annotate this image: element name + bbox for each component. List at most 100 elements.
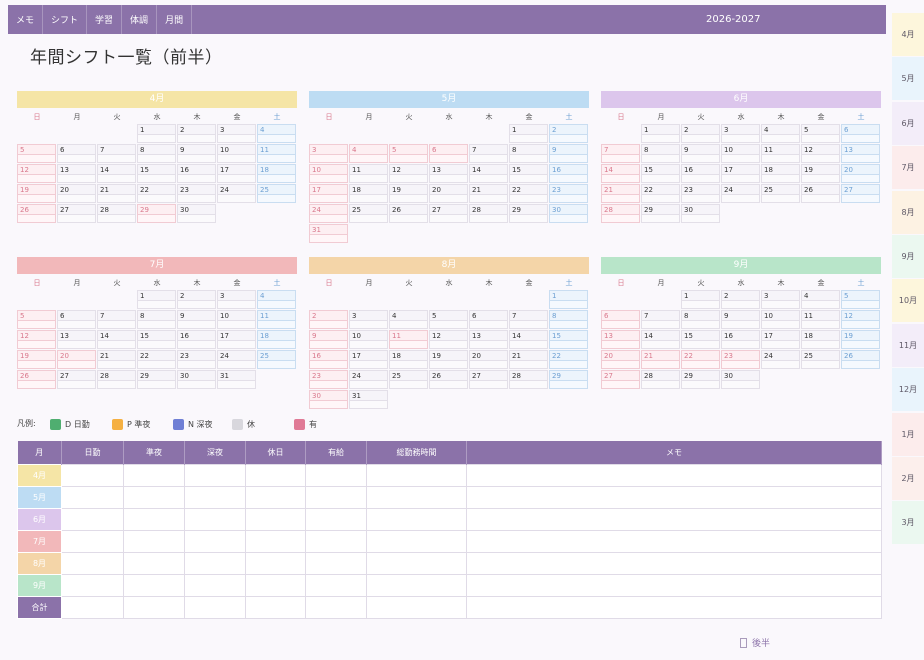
day-cell[interactable]: 27 [57,370,96,389]
day-cell[interactable]: 15 [137,330,176,349]
day-cell[interactable]: 16 [681,164,720,183]
day-cell[interactable]: 16 [309,350,348,369]
day-cell[interactable]: 3 [349,310,388,329]
day-cell[interactable]: 22 [549,350,588,369]
day-cell[interactable]: 12 [389,164,428,183]
nav-tab-memo[interactable]: メモ [8,5,44,34]
day-cell[interactable]: 10 [349,330,388,349]
day-cell[interactable]: 4 [257,124,296,143]
day-cell[interactable]: 24 [721,184,760,203]
memo-cell[interactable] [466,574,882,597]
day-cell[interactable]: 25 [257,350,296,369]
day-cell[interactable]: 22 [509,184,548,203]
day-cell[interactable]: 21 [641,350,680,369]
day-cell[interactable]: 22 [137,184,176,203]
day-cell[interactable]: 2 [177,124,216,143]
day-cell[interactable]: 26 [841,350,880,369]
day-cell[interactable]: 7 [641,310,680,329]
day-cell[interactable]: 15 [681,330,720,349]
day-cell[interactable]: 14 [97,164,136,183]
day-cell[interactable]: 10 [721,144,760,163]
day-cell[interactable]: 11 [801,310,840,329]
side-tab-march[interactable]: 3月 [892,501,924,545]
day-cell[interactable]: 29 [549,370,588,389]
day-cell[interactable]: 16 [549,164,588,183]
side-tab-june[interactable]: 6月 [892,101,924,145]
day-cell[interactable]: 29 [137,370,176,389]
day-cell[interactable]: 4 [349,144,388,163]
day-cell[interactable]: 29 [641,204,680,223]
day-cell[interactable]: 3 [217,290,256,309]
day-cell[interactable]: 12 [429,330,468,349]
day-cell[interactable]: 12 [801,144,840,163]
day-cell[interactable]: 24 [309,204,348,223]
day-cell[interactable]: 20 [429,184,468,203]
day-cell[interactable]: 2 [549,124,588,143]
day-cell[interactable]: 18 [761,164,800,183]
second-half-link[interactable]: 後半 [740,636,770,649]
nav-tab-study[interactable]: 学習 [87,5,123,34]
day-cell[interactable]: 22 [137,350,176,369]
day-cell[interactable]: 6 [57,144,96,163]
day-cell[interactable]: 17 [349,350,388,369]
day-cell[interactable]: 21 [469,184,508,203]
day-cell[interactable]: 6 [57,310,96,329]
day-cell[interactable]: 31 [217,370,256,389]
day-cell[interactable]: 19 [389,184,428,203]
day-cell[interactable]: 7 [601,144,640,163]
day-cell[interactable]: 9 [721,310,760,329]
memo-cell[interactable] [466,530,882,553]
day-cell[interactable]: 25 [349,204,388,223]
day-cell[interactable]: 16 [177,164,216,183]
day-cell[interactable]: 13 [57,164,96,183]
day-cell[interactable]: 1 [509,124,548,143]
day-cell[interactable]: 15 [641,164,680,183]
day-cell[interactable]: 15 [509,164,548,183]
side-tab-october[interactable]: 10月 [892,279,924,323]
day-cell[interactable]: 12 [841,310,880,329]
day-cell[interactable]: 22 [681,350,720,369]
day-cell[interactable]: 28 [601,204,640,223]
side-tab-december[interactable]: 12月 [892,368,924,412]
day-cell[interactable]: 19 [801,164,840,183]
day-cell[interactable]: 3 [761,290,800,309]
side-tab-may[interactable]: 5月 [892,57,924,101]
side-tab-september[interactable]: 9月 [892,234,924,278]
day-cell[interactable]: 21 [97,184,136,203]
day-cell[interactable]: 25 [389,370,428,389]
day-cell[interactable]: 9 [681,144,720,163]
day-cell[interactable]: 16 [177,330,216,349]
day-cell[interactable]: 9 [177,310,216,329]
day-cell[interactable]: 8 [549,310,588,329]
day-cell[interactable]: 24 [349,370,388,389]
day-cell[interactable]: 15 [549,330,588,349]
day-cell[interactable]: 8 [137,144,176,163]
day-cell[interactable]: 31 [349,390,388,409]
day-cell[interactable]: 1 [641,124,680,143]
day-cell[interactable]: 23 [721,350,760,369]
day-cell[interactable]: 18 [801,330,840,349]
day-cell[interactable]: 17 [217,164,256,183]
day-cell[interactable]: 20 [57,350,96,369]
day-cell[interactable]: 9 [549,144,588,163]
day-cell[interactable]: 17 [761,330,800,349]
side-tab-february[interactable]: 2月 [892,456,924,500]
day-cell[interactable]: 20 [469,350,508,369]
side-tab-november[interactable]: 11月 [892,323,924,367]
day-cell[interactable]: 17 [217,330,256,349]
day-cell[interactable]: 11 [257,310,296,329]
day-cell[interactable]: 5 [801,124,840,143]
day-cell[interactable]: 5 [389,144,428,163]
day-cell[interactable]: 11 [349,164,388,183]
day-cell[interactable]: 2 [309,310,348,329]
day-cell[interactable]: 2 [721,290,760,309]
day-cell[interactable]: 20 [841,164,880,183]
day-cell[interactable]: 1 [137,124,176,143]
day-cell[interactable]: 6 [841,124,880,143]
day-cell[interactable]: 10 [217,144,256,163]
day-cell[interactable]: 17 [721,164,760,183]
day-cell[interactable]: 18 [389,350,428,369]
day-cell[interactable]: 12 [17,164,56,183]
day-cell[interactable]: 6 [469,310,508,329]
day-cell[interactable]: 28 [97,370,136,389]
